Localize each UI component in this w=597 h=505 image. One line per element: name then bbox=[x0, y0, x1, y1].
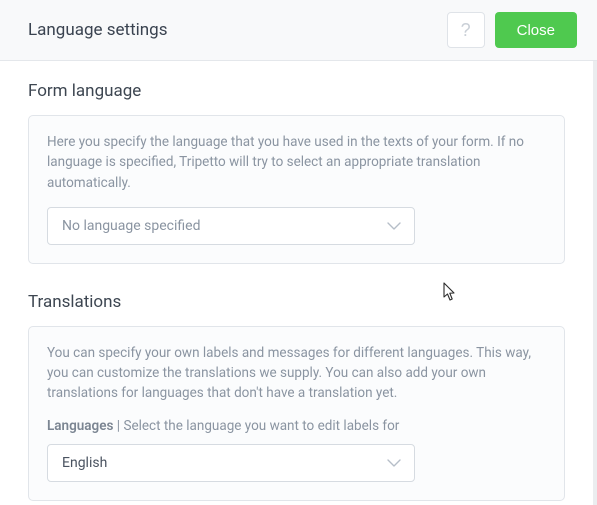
translations-sublabel-strong: Languages bbox=[47, 418, 113, 434]
translations-language-select-value: English bbox=[62, 455, 107, 471]
translations-panel: You can specify your own labels and mess… bbox=[28, 326, 565, 501]
form-language-title: Form language bbox=[28, 81, 565, 101]
dialog-content: Form language Here you specify the langu… bbox=[0, 61, 597, 505]
form-language-select[interactable]: No language specified bbox=[47, 207, 415, 245]
form-language-section: Form language Here you specify the langu… bbox=[28, 81, 565, 264]
header-actions: ? Close bbox=[447, 12, 577, 48]
translations-sublabel: Languages | Select the language you want… bbox=[47, 418, 546, 434]
dialog-header: Language settings ? Close bbox=[0, 0, 597, 61]
close-button[interactable]: Close bbox=[495, 12, 577, 48]
dialog-title: Language settings bbox=[28, 20, 168, 40]
form-language-panel: Here you specify the language that you h… bbox=[28, 115, 565, 264]
translations-sublabel-rest: | Select the language you want to edit l… bbox=[113, 418, 399, 434]
translations-section: Translations You can specify your own la… bbox=[28, 292, 565, 501]
help-button[interactable]: ? bbox=[447, 12, 485, 48]
translations-language-select-wrap: English bbox=[47, 444, 415, 482]
translations-description: You can specify your own labels and mess… bbox=[47, 343, 546, 404]
translations-title: Translations bbox=[28, 292, 565, 312]
form-language-select-wrap: No language specified bbox=[47, 207, 415, 245]
translations-language-select[interactable]: English bbox=[47, 444, 415, 482]
help-icon: ? bbox=[461, 20, 471, 41]
form-language-description: Here you specify the language that you h… bbox=[47, 132, 546, 193]
form-language-select-value: No language specified bbox=[62, 218, 200, 234]
